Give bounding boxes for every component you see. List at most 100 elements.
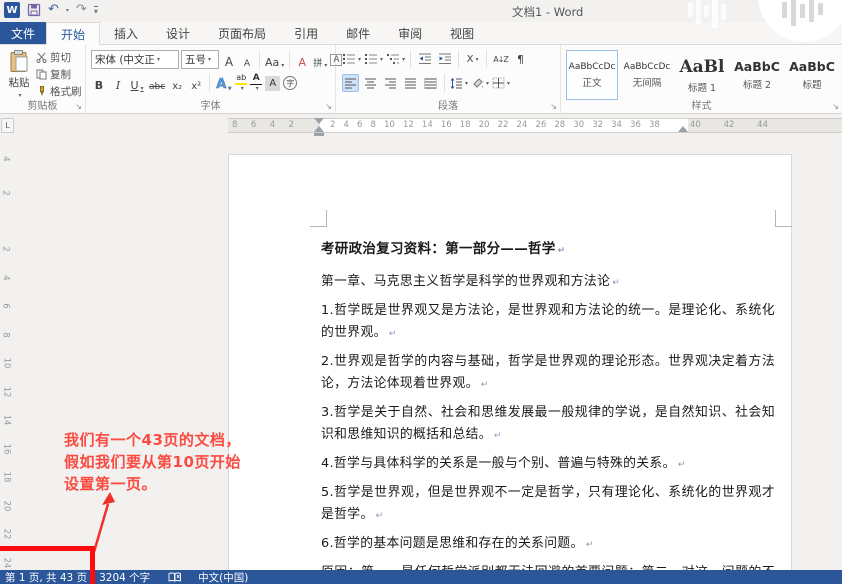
tab-mailings[interactable]: 邮件: [332, 22, 384, 44]
save-button[interactable]: [27, 3, 41, 17]
borders-button[interactable]: [492, 74, 510, 92]
decrease-indent-button[interactable]: [416, 50, 433, 68]
paste-button[interactable]: 粘贴: [4, 49, 34, 99]
distribute-button[interactable]: [422, 74, 439, 92]
doc-heading[interactable]: 考研政治复习资料：第一部分——哲学: [321, 237, 775, 257]
redo-button[interactable]: ↷: [76, 2, 87, 18]
ruler-number: 8: [232, 119, 237, 132]
bullets-button[interactable]: [342, 50, 361, 68]
style-heading-2[interactable]: AaBbC 标题 2: [731, 50, 783, 100]
numbering-button[interactable]: [364, 50, 383, 68]
line-spacing-button[interactable]: [450, 74, 468, 92]
quick-access-toolbar: W ↶ ▾ ↷ ▾: [4, 2, 98, 18]
highlight-color-button[interactable]: ab: [235, 74, 247, 92]
tab-page-layout[interactable]: 页面布局: [204, 22, 280, 44]
hanging-indent-marker[interactable]: [314, 126, 324, 132]
right-indent-marker[interactable]: [678, 126, 688, 132]
grow-font-button[interactable]: A: [221, 51, 237, 69]
customize-quick-access-button[interactable]: ▾: [94, 6, 98, 15]
align-left-button[interactable]: [342, 74, 359, 92]
ruler-number: 2: [1, 190, 11, 195]
ruler-number: 16: [441, 119, 452, 132]
word-logo-icon[interactable]: W: [4, 2, 20, 18]
first-line-indent-marker[interactable]: [314, 118, 324, 124]
align-right-button[interactable]: [382, 74, 399, 92]
align-left-icon: [344, 78, 357, 89]
style-heading-1[interactable]: AaBl 标题 1: [676, 50, 728, 100]
style-title[interactable]: AaBbC 标题: [786, 50, 838, 100]
document-text: 考研政治复习资料：第一部分——哲学 第一章、马克思主义哲学是科学的世界观和方法论…: [321, 237, 775, 570]
style-name: 标题: [802, 77, 821, 91]
style-normal[interactable]: AaBbCcDc 正文: [566, 50, 618, 100]
ruler-number: 26: [535, 119, 546, 132]
doc-paragraph[interactable]: 5.哲学是世界观，但是世界观不一定是哲学，只有理论化、系统化的世界观才是哲学。: [321, 482, 775, 527]
doc-paragraph[interactable]: 原因：第一，是任何哲学派别都无法回避的首要问题；第二，对这一问题的不同回答是划分…: [321, 562, 775, 570]
show-hide-marks-button[interactable]: ¶: [512, 50, 529, 68]
tab-home[interactable]: 开始: [46, 22, 100, 45]
change-case-button[interactable]: Aa: [264, 51, 285, 69]
character-shading-button[interactable]: A: [265, 76, 280, 91]
style-preview: AaBl: [679, 57, 724, 77]
clipboard-dialog-launcher[interactable]: ↘: [75, 103, 82, 111]
subscript-button[interactable]: x₂: [169, 74, 185, 92]
bullets-icon: [342, 53, 356, 65]
font-size-combo[interactable]: 五号: [181, 50, 219, 69]
tab-references[interactable]: 引用: [280, 22, 332, 44]
phonetic-guide-button[interactable]: 拼: [312, 51, 328, 69]
ruler-number: 4: [270, 119, 275, 132]
style-no-spacing[interactable]: AaBbCcDc 无间隔: [621, 50, 673, 100]
italic-button[interactable]: I: [110, 74, 126, 92]
tab-file[interactable]: 文件: [0, 22, 46, 44]
document-page[interactable]: 考研政治复习资料：第一部分——哲学 第一章、马克思主义哲学是科学的世界观和方法论…: [228, 154, 792, 570]
tab-view[interactable]: 视图: [436, 22, 488, 44]
line-spacing-icon: [450, 78, 463, 89]
style-name: 标题 1: [688, 80, 716, 94]
copy-button[interactable]: 复制: [36, 66, 82, 82]
paragraph-dialog-launcher[interactable]: ↘: [550, 103, 557, 111]
doc-paragraph[interactable]: 6.哲学的基本问题是思维和存在的关系问题。: [321, 533, 775, 556]
sort-button[interactable]: A↓Z: [492, 50, 509, 68]
superscript-button[interactable]: x²: [188, 74, 204, 92]
styles-dialog-launcher[interactable]: ↘: [832, 103, 839, 111]
proofing-status[interactable]: [168, 572, 182, 583]
shrink-font-button[interactable]: A: [239, 51, 255, 69]
increase-indent-button[interactable]: [436, 50, 453, 68]
bold-button[interactable]: B: [91, 74, 107, 92]
justify-button[interactable]: [402, 74, 419, 92]
left-indent-marker[interactable]: [314, 133, 324, 136]
asian-layout-button[interactable]: X: [464, 50, 481, 68]
multilevel-list-button[interactable]: [386, 50, 405, 68]
undo-button[interactable]: ↶: [48, 2, 59, 18]
align-center-button[interactable]: [362, 74, 379, 92]
font-name-combo[interactable]: 宋体 (中文正: [91, 50, 179, 69]
undo-dropdown[interactable]: ▾: [66, 7, 69, 14]
doc-paragraph[interactable]: 4.哲学与具体科学的关系是一般与个别、普遍与特殊的关系。: [321, 453, 775, 476]
clear-formatting-button[interactable]: A: [294, 51, 310, 69]
cut-scissors-icon: [36, 52, 47, 63]
ruler-number: 12: [1, 386, 11, 397]
doc-paragraph[interactable]: 2.世界观是哲学的内容与基础，哲学是世界观的理论形态。世界观决定着方法论，方法论…: [321, 351, 775, 396]
cut-button[interactable]: 剪切: [36, 49, 82, 65]
ruler-number: 28: [554, 119, 565, 132]
align-right-icon: [384, 78, 397, 89]
tab-insert[interactable]: 插入: [100, 22, 152, 44]
divider: [410, 50, 411, 68]
underline-button[interactable]: U: [129, 74, 145, 92]
shading-button[interactable]: [471, 74, 489, 92]
enclose-characters-button[interactable]: 字: [283, 76, 297, 90]
ruler-number: 18: [460, 119, 471, 132]
doc-paragraph[interactable]: 1.哲学既是世界观又是方法论，是世界观和方法论的统一。是理论化、系统化的世界观。: [321, 300, 775, 345]
doc-paragraph[interactable]: 第一章、马克思主义哲学是科学的世界观和方法论: [321, 271, 775, 294]
tab-stop-selector[interactable]: L: [1, 118, 14, 133]
ribbon-tab-row: 文件 开始 插入 设计 页面布局 引用 邮件 审阅 视图: [0, 22, 842, 45]
language-indicator[interactable]: 中文(中国): [198, 570, 248, 584]
word-count[interactable]: 3204 个字: [99, 570, 150, 584]
font-dialog-launcher[interactable]: ↘: [325, 103, 332, 111]
doc-paragraph[interactable]: 3.哲学是关于自然、社会和思维发展最一般规律的学说，是自然知识、社会知识和思维知…: [321, 402, 775, 447]
font-color-button[interactable]: A: [250, 74, 262, 92]
tab-review[interactable]: 审阅: [384, 22, 436, 44]
tab-design[interactable]: 设计: [152, 22, 204, 44]
text-effects-button[interactable]: A: [215, 74, 232, 92]
ruler-number: 30: [573, 119, 584, 132]
strikethrough-button[interactable]: abc: [148, 74, 166, 92]
